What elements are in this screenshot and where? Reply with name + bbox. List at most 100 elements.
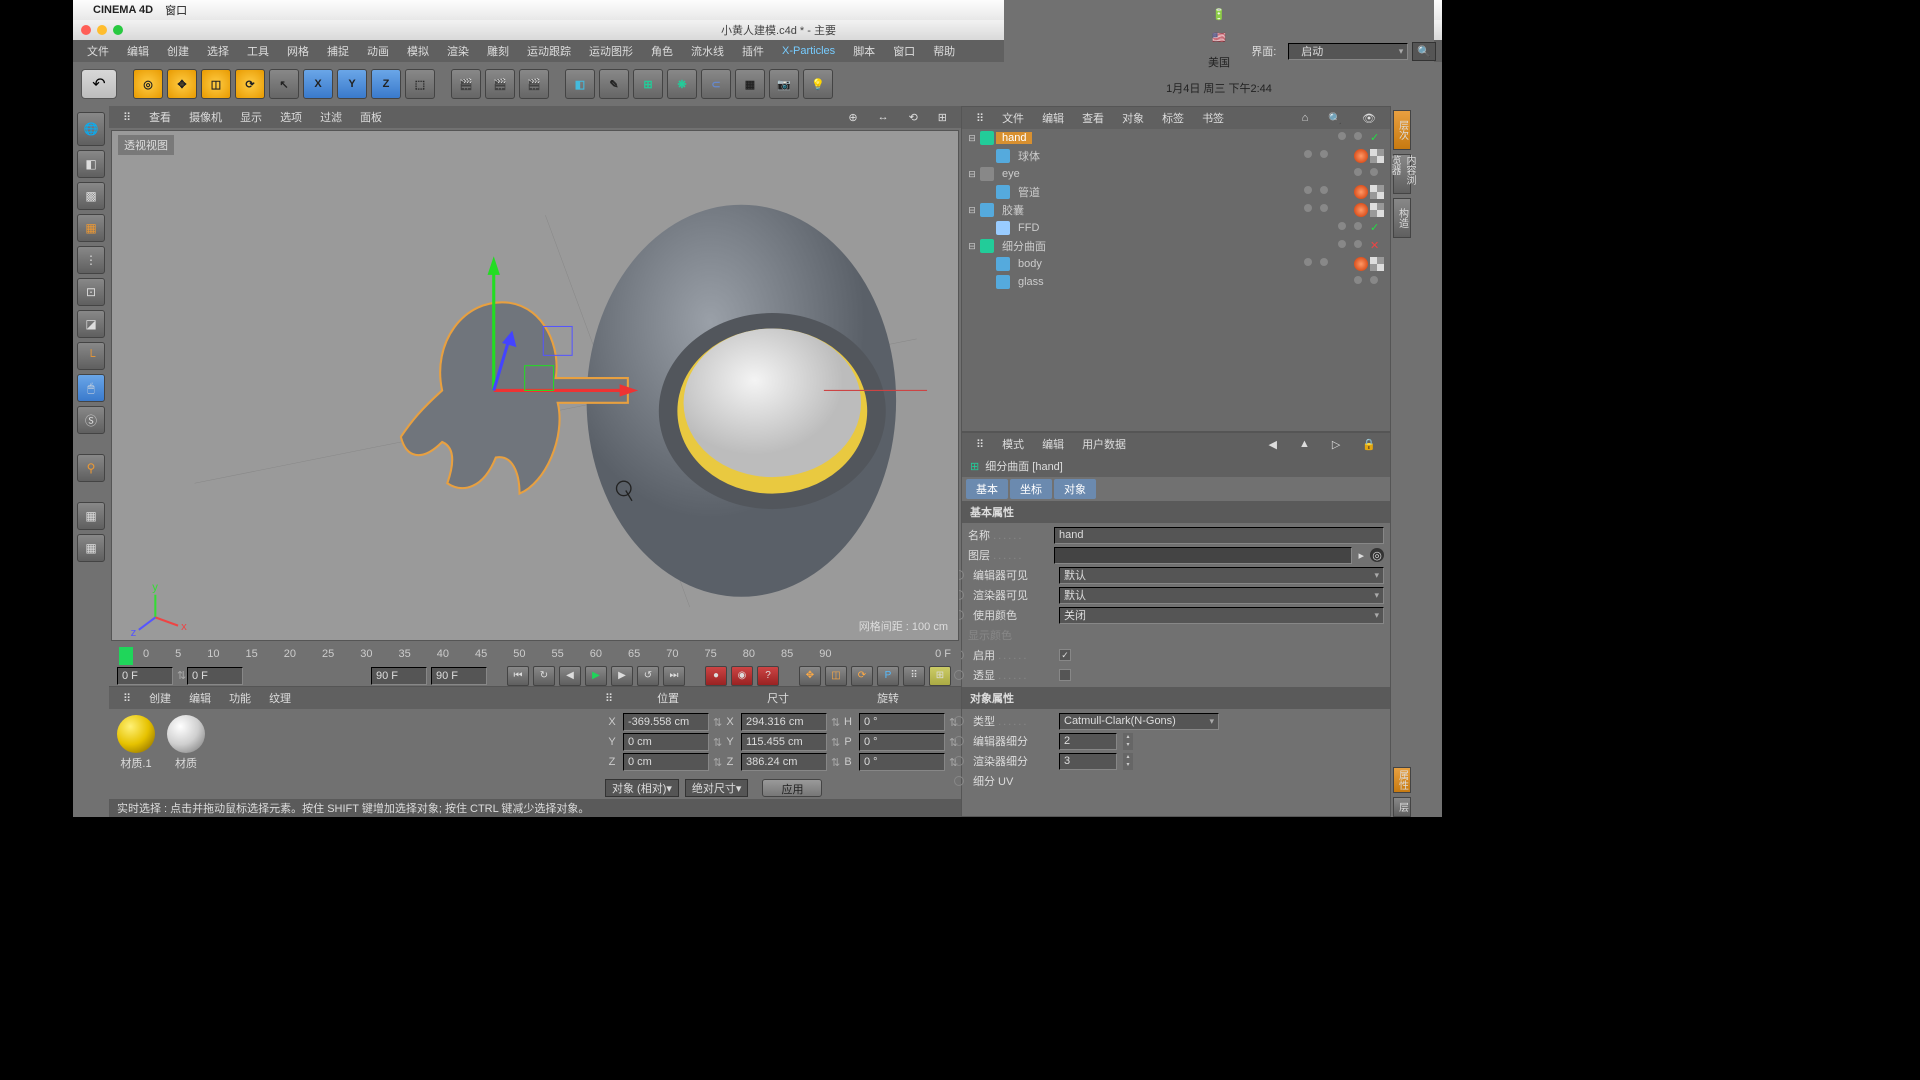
vp-filter[interactable]: 过滤 — [312, 107, 350, 127]
render-settings-button[interactable]: 🎬 — [519, 69, 549, 99]
vis-toggle[interactable] — [1304, 149, 1318, 163]
locked-wp-button[interactable]: ⚲ — [77, 454, 105, 482]
floor-button[interactable]: ▦ — [735, 69, 765, 99]
live-select-button[interactable]: ◎ — [133, 69, 163, 99]
vis-toggle[interactable] — [1338, 239, 1352, 253]
edges-mode-button[interactable]: ⊡ — [77, 278, 105, 306]
menu-snap[interactable]: 捕捉 — [319, 41, 357, 61]
menu-edit[interactable]: 编辑 — [119, 41, 157, 61]
om-tags[interactable]: 标签 — [1154, 108, 1192, 128]
timeline-ruler[interactable]: 051015202530354045505560657075808590 0 F — [109, 643, 961, 665]
pos-Z-field[interactable]: 0 cm — [623, 753, 709, 771]
phong-tag[interactable] — [1354, 149, 1368, 163]
mat-edit[interactable]: 编辑 — [181, 688, 219, 708]
apply-button[interactable]: 应用 — [762, 779, 822, 797]
phong-tag[interactable] — [1354, 203, 1368, 217]
menu-window[interactable]: 窗口 — [165, 2, 187, 18]
flag-icon[interactable]: 🇺🇸 — [1212, 31, 1226, 44]
menu-select[interactable]: 选择 — [199, 41, 237, 61]
autokey-button[interactable]: ◉ — [731, 666, 753, 686]
key-rot-button[interactable]: ⟳ — [851, 666, 873, 686]
tex-tag[interactable] — [1370, 149, 1384, 163]
enable-check[interactable]: ✓ — [1370, 131, 1384, 145]
menu-character[interactable]: 角色 — [643, 41, 681, 61]
loop-button[interactable]: ↻ — [533, 666, 555, 686]
om-bookmarks[interactable]: 书签 — [1194, 108, 1232, 128]
rot-P-field[interactable]: 0 ° — [859, 733, 945, 751]
texture-mode-button[interactable]: ▩ — [77, 182, 105, 210]
rot-B-field[interactable]: 0 ° — [859, 753, 945, 771]
tree-row[interactable]: ⊟细分曲面✕ — [962, 237, 1390, 255]
tree-row[interactable]: FFD✓ — [962, 219, 1390, 237]
battery-icon[interactable]: 🔋 — [1212, 8, 1226, 21]
polys-mode-button[interactable]: ◪ — [77, 310, 105, 338]
vis-toggle[interactable] — [1338, 221, 1352, 235]
menu-help[interactable]: 帮助 — [925, 41, 963, 61]
vis-toggle[interactable] — [1304, 257, 1318, 271]
vis-toggle2[interactable] — [1370, 275, 1384, 289]
workplane-button[interactable]: ▦ — [77, 214, 105, 242]
vis-toggle2[interactable] — [1370, 167, 1384, 181]
object-name[interactable]: hand — [996, 132, 1032, 144]
strip-tab-2[interactable]: 内容浏览器 — [1393, 154, 1411, 194]
coord-sys-button[interactable]: ⬚ — [405, 69, 435, 99]
render-vis-select[interactable]: 默认 — [1059, 587, 1384, 604]
tree-row[interactable]: ⊟ 胶囊 — [962, 201, 1390, 219]
size-Z-field[interactable]: 386.24 cm — [741, 753, 827, 771]
disable-x[interactable]: ✕ — [1370, 239, 1384, 253]
vp-view[interactable]: 查看 — [141, 107, 179, 127]
menu-mesh[interactable]: 网格 — [279, 41, 317, 61]
layout-select[interactable]: 启动 — [1288, 43, 1408, 60]
object-name[interactable]: 球体 — [1012, 148, 1046, 164]
keyframe-button[interactable]: ? — [757, 666, 779, 686]
key-scale-button[interactable]: ◫ — [825, 666, 847, 686]
goto-start-button[interactable]: ⏮ — [507, 666, 529, 686]
object-name[interactable]: 胶囊 — [996, 202, 1030, 218]
vp-nav4-icon[interactable]: ⊞ — [930, 109, 955, 126]
frame-current-field[interactable]: 0 F — [187, 667, 243, 685]
grip-icon[interactable]: ⠿ — [605, 692, 613, 705]
snap-button[interactable]: Ⓢ — [77, 406, 105, 434]
menu-window-main[interactable]: 窗口 — [885, 41, 923, 61]
pos-Y-field[interactable]: 0 cm — [623, 733, 709, 751]
menu-xparticles[interactable]: X-Particles — [774, 43, 843, 59]
render-subdiv-spinner[interactable]: ▴▾ — [1123, 753, 1133, 770]
layer-field[interactable] — [1054, 547, 1352, 564]
expand-icon[interactable]: ⊟ — [966, 133, 978, 144]
material-item[interactable]: 材质.1 — [115, 715, 157, 771]
app-name[interactable]: CINEMA 4D — [93, 4, 153, 16]
clock[interactable]: 1月4日 周三 下午2:44 — [1166, 80, 1272, 96]
use-color-select[interactable]: 关闭 — [1059, 607, 1384, 624]
scale-button[interactable]: ◫ — [201, 69, 231, 99]
vp-nav1-icon[interactable]: ⊕ — [840, 109, 865, 126]
menu-create[interactable]: 创建 — [159, 41, 197, 61]
grip-icon[interactable]: ⠿ — [115, 109, 139, 126]
size-Y-field[interactable]: 115.455 cm — [741, 733, 827, 751]
editor-subdiv-spinner[interactable]: ▴▾ — [1123, 733, 1133, 750]
am-userdata[interactable]: 用户数据 — [1074, 434, 1134, 454]
tex-tag[interactable] — [1370, 185, 1384, 199]
camera-button[interactable]: 📷 — [769, 69, 799, 99]
mat-tex[interactable]: 纹理 — [261, 688, 299, 708]
last-tool-button[interactable]: ↖ — [269, 69, 299, 99]
key-all-button[interactable]: ⊞ — [929, 666, 951, 686]
menu-file[interactable]: 文件 — [79, 41, 117, 61]
up-icon[interactable]: ▲ — [1291, 436, 1318, 453]
key-param-button[interactable]: P — [877, 666, 899, 686]
expand-icon[interactable]: ⊟ — [966, 205, 978, 216]
expand-icon[interactable]: ⊟ — [966, 241, 978, 252]
menu-plugins[interactable]: 插件 — [734, 41, 772, 61]
axis-y-button[interactable]: Y — [337, 69, 367, 99]
am-mode[interactable]: 模式 — [994, 434, 1032, 454]
vp-nav2-icon[interactable]: ↔ — [870, 109, 897, 126]
om-view[interactable]: 查看 — [1074, 108, 1112, 128]
tree-row[interactable]: body — [962, 255, 1390, 273]
menu-mograph[interactable]: 运动图形 — [581, 41, 641, 61]
editor-vis-select[interactable]: 默认 — [1059, 567, 1384, 584]
vis-toggle[interactable] — [1304, 203, 1318, 217]
search-icon[interactable]: 🔍 — [1320, 110, 1350, 127]
tab-coord[interactable]: 坐标 — [1010, 479, 1052, 499]
size-X-field[interactable]: 294.316 cm — [741, 713, 827, 731]
eye-icon[interactable]: 👁 — [1354, 110, 1384, 127]
close-window-button[interactable] — [81, 25, 91, 35]
